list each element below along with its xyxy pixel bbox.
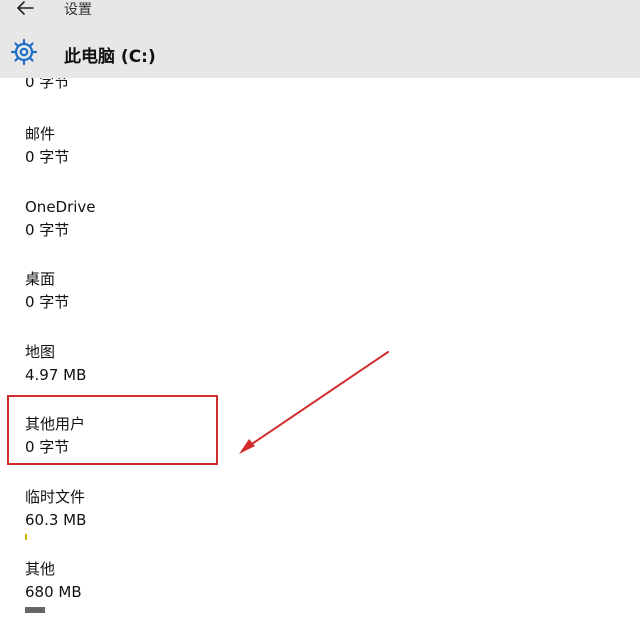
storage-item-name: 桌面 xyxy=(25,270,56,288)
page-title: 此电脑 (C:) xyxy=(64,47,156,67)
storage-item-size: 0 字节 xyxy=(25,293,70,311)
storage-item-desktop[interactable]: 桌面 0 字节 xyxy=(25,268,345,326)
storage-item-name: 临时文件 xyxy=(25,488,86,506)
settings-window: 设置 此电脑 (C:) 0 字节 邮件 0 字节 OneDrive 0 字节 桌… xyxy=(0,0,640,623)
storage-item-mail[interactable]: 邮件 0 字节 xyxy=(25,123,345,181)
highlight-box xyxy=(7,395,218,465)
storage-item-size: 60.3 MB xyxy=(25,511,87,529)
storage-item-size: 680 MB xyxy=(25,583,82,601)
back-button[interactable] xyxy=(12,0,38,18)
storage-item-other[interactable]: 其他 680 MB xyxy=(25,558,345,616)
other-usage-bar xyxy=(25,607,45,613)
app-title: 设置 xyxy=(64,2,92,18)
temporary-files-usage-bar xyxy=(25,534,27,540)
header-bar: 设置 此电脑 (C:) xyxy=(0,0,640,78)
storage-item-name: OneDrive xyxy=(25,198,96,216)
gear-icon xyxy=(10,38,38,66)
storage-item-size: 0 字节 xyxy=(25,221,70,239)
red-arrow xyxy=(239,351,389,454)
back-arrow-icon xyxy=(16,0,34,19)
storage-item-onedrive[interactable]: OneDrive 0 字节 xyxy=(25,196,345,254)
storage-item-name: 邮件 xyxy=(25,125,56,143)
storage-item-size: 0 字节 xyxy=(25,148,70,166)
storage-item-name: 其他 xyxy=(25,560,56,578)
cut-off-item-size: 0 字节 xyxy=(25,78,70,91)
storage-item-temporary-files[interactable]: 临时文件 60.3 MB xyxy=(25,486,345,544)
